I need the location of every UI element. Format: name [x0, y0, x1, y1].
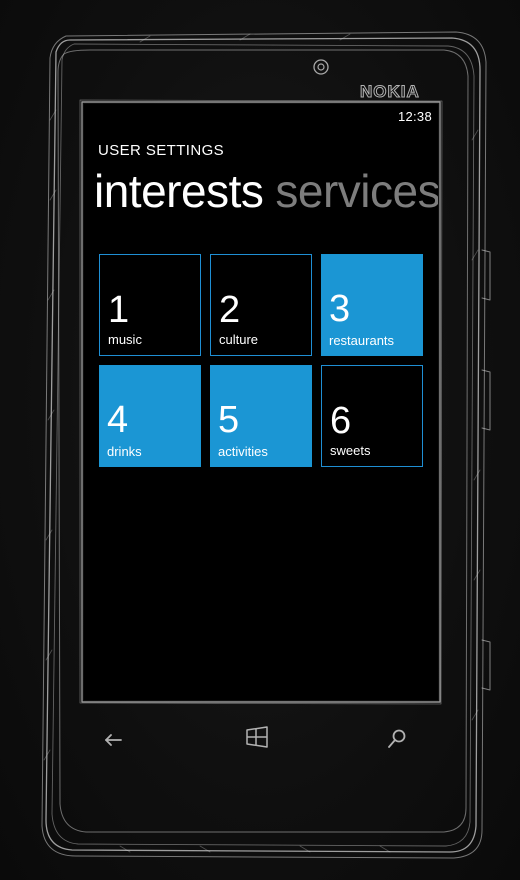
brand-logo-text: NOKIA [360, 82, 420, 101]
interest-tile-grid: 1 music 2 culture 3 restaurants 4 drinks… [99, 254, 423, 467]
tile-label: activities [218, 444, 268, 459]
windows-logo-icon[interactable] [244, 724, 270, 750]
tile-label: restaurants [329, 333, 395, 348]
tile-label: sweets [330, 443, 371, 458]
front-camera-icon [313, 59, 329, 75]
tile-drinks[interactable]: 4 drinks [99, 365, 201, 467]
search-icon[interactable] [384, 726, 410, 752]
tile-number: 1 [108, 289, 130, 331]
tile-music[interactable]: 1 music [99, 254, 201, 356]
back-arrow-icon[interactable] [100, 727, 126, 753]
tile-label: drinks [107, 444, 142, 459]
app-title: USER SETTINGS [98, 142, 225, 159]
pivot-item-interests[interactable]: interests [94, 165, 264, 217]
tile-number: 5 [218, 399, 240, 441]
tile-culture[interactable]: 2 culture [210, 254, 312, 356]
tile-sweets[interactable]: 6 sweets [321, 365, 423, 467]
page: NOKIA 12:38 USER SETTINGS interests servi… [0, 0, 520, 880]
brand-logo: NOKIA [356, 80, 440, 102]
pivot-header: interests services [94, 164, 438, 219]
pivot-item-services[interactable]: services [275, 165, 438, 217]
tile-number: 6 [330, 400, 352, 442]
phone-screen: 12:38 USER SETTINGS interests services 1 … [84, 104, 438, 700]
tile-activities[interactable]: 5 activities [210, 365, 312, 467]
tile-label: music [108, 332, 142, 347]
tile-number: 2 [219, 289, 241, 331]
tile-number: 3 [329, 288, 351, 330]
status-clock: 12:38 [397, 109, 432, 124]
tile-label: culture [219, 332, 259, 347]
tile-number: 4 [107, 399, 129, 441]
tile-restaurants[interactable]: 3 restaurants [321, 254, 423, 356]
